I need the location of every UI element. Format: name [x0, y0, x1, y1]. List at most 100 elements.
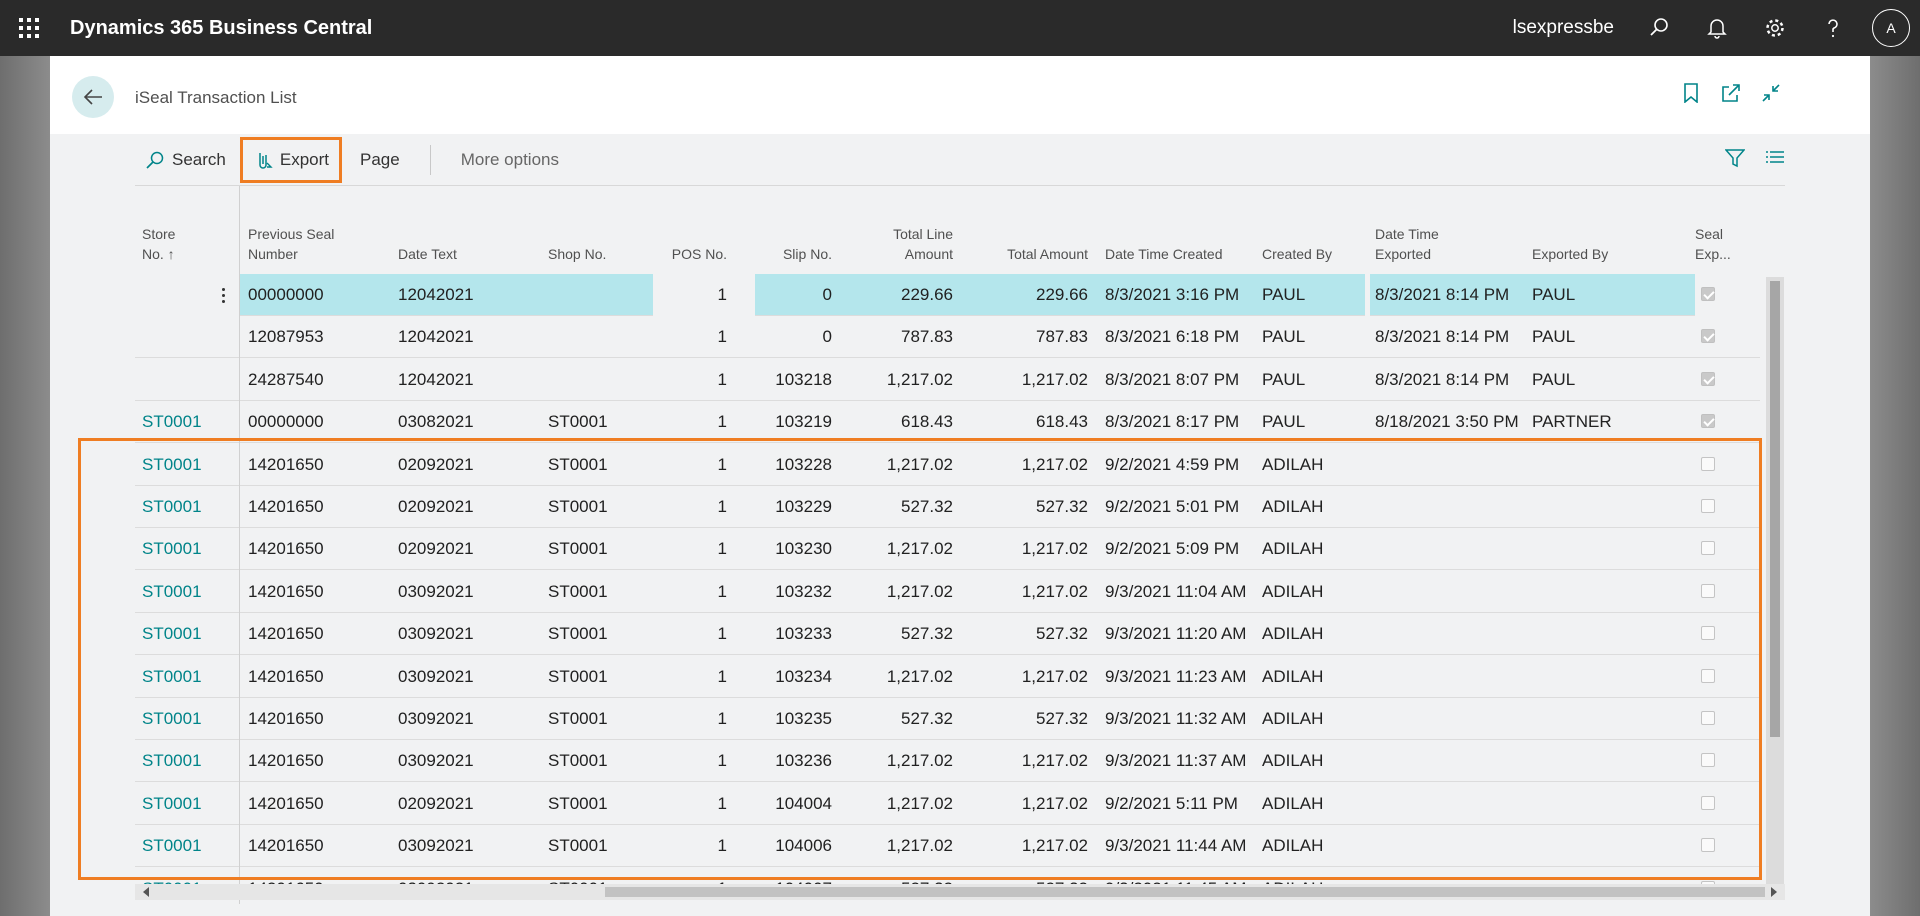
company-name[interactable]: lsexpressbe	[1513, 17, 1614, 39]
cell-previous-seal-number: 14201650	[248, 793, 324, 813]
cell-previous-seal-number: 24287540	[248, 369, 324, 389]
scroll-left-arrow-icon[interactable]	[143, 887, 149, 897]
seal-exported-checkbox[interactable]	[1701, 626, 1715, 641]
vertical-scrollbar[interactable]	[1766, 277, 1784, 898]
cell-store-no[interactable]: ST0001	[142, 486, 202, 528]
seal-exported-checkbox[interactable]	[1701, 668, 1715, 683]
table-row[interactable]: ST0001 14201650 03092021 ST0001 1 104006 1,217…	[135, 825, 1760, 868]
more-options-button[interactable]: More options	[451, 136, 569, 184]
cell-store-no[interactable]: ST0001	[142, 444, 202, 486]
cell-shop-no: ST0001	[548, 793, 608, 813]
col-header-total-amount[interactable]: Total Amount	[965, 244, 1088, 264]
cell-date-text: 02092021	[398, 454, 474, 474]
col-header-slip-no[interactable]: Slip No.	[735, 244, 832, 264]
vertical-scroll-thumb[interactable]	[1770, 281, 1780, 737]
col-header-shop-no[interactable]: Shop No.	[548, 244, 606, 264]
back-button[interactable]	[72, 76, 114, 118]
table-row[interactable]: ST0001 14201650 03092021 ST0001 1 103232 1,217…	[135, 571, 1760, 613]
cell-pos-no: 1	[717, 539, 727, 559]
cell-store-no[interactable]: ST0001	[142, 740, 202, 782]
cell-store-no[interactable]: ST0001	[142, 698, 202, 740]
table-row[interactable]: ST0001 14201650 03092021 ST0001 1 103233 527.3…	[135, 613, 1760, 656]
cell-date-time-created: 8/3/2021 8:17 PM	[1105, 412, 1240, 432]
col-header-exported-by[interactable]: Exported By	[1532, 244, 1608, 264]
seal-exported-checkbox[interactable]	[1701, 329, 1715, 344]
seal-exported-checkbox[interactable]	[1701, 541, 1715, 556]
search-icon[interactable]	[1630, 0, 1688, 56]
export-button[interactable]: Export	[239, 136, 343, 183]
cell-pos-no: 1	[717, 369, 727, 389]
cell-store-no[interactable]: ST0001	[142, 656, 202, 698]
cell-created-by: PAUL	[1262, 285, 1306, 304]
table-row[interactable]: ST0001 14201650 02092021 ST0001 1 103230 1,217…	[135, 528, 1760, 571]
cell-shop-no: ST0001	[548, 624, 608, 644]
seal-exported-checkbox[interactable]	[1701, 753, 1715, 768]
cell-slip-no: 104006	[775, 836, 832, 856]
table-row[interactable]: ST0001 14201650 02092021 ST0001 1 104004 1,217…	[135, 783, 1760, 825]
col-header-pos-no[interactable]: POS No.	[630, 244, 727, 264]
seal-exported-checkbox[interactable]	[1701, 838, 1715, 853]
search-button[interactable]: Search	[135, 136, 236, 184]
col-header-previous-seal-number[interactable]: Previous Seal Number	[248, 224, 334, 264]
horizontal-scroll-thumb[interactable]	[605, 887, 1765, 897]
cell-slip-no: 103233	[775, 624, 832, 644]
table-row[interactable]: ST0001 00000000 03082021 ST0001 1 103219 618.4…	[135, 401, 1760, 444]
seal-exported-checkbox[interactable]	[1701, 711, 1715, 725]
cell-store-no[interactable]: ST0001	[142, 528, 202, 570]
help-icon[interactable]	[1804, 0, 1862, 56]
seal-exported-checkbox[interactable]	[1701, 499, 1715, 513]
avatar[interactable]: A	[1872, 9, 1910, 47]
gear-icon[interactable]	[1746, 0, 1804, 56]
cell-created-by: ADILAH	[1262, 836, 1324, 856]
cell-total-line-amount: 1,217.02	[886, 793, 953, 813]
cell-date-time-created: 9/3/2021 11:32 AM	[1105, 709, 1247, 728]
seal-exported-checkbox[interactable]	[1701, 414, 1715, 429]
seal-exported-checkbox[interactable]	[1701, 287, 1715, 301]
cell-store-no[interactable]: ST0001	[142, 783, 202, 825]
app-launcher-icon[interactable]	[0, 0, 58, 56]
seal-exported-checkbox[interactable]	[1701, 371, 1715, 386]
app-title[interactable]: Dynamics 365 Business Central	[70, 17, 372, 40]
col-header-date-time-exported[interactable]: Date Time Exported	[1375, 224, 1439, 264]
more-options-label: More options	[460, 149, 559, 169]
cell-exported-by: PARTNER	[1532, 412, 1612, 432]
cell-store-no[interactable]: ST0001	[142, 401, 202, 443]
row-actions-icon[interactable]	[215, 274, 231, 316]
table-row[interactable]: ST0001 14201650 03092021 ST0001 1 103234 1,217…	[135, 656, 1760, 698]
list-view-icon[interactable]	[1765, 148, 1785, 173]
notification-bell-icon[interactable]	[1688, 0, 1746, 56]
cell-store-no[interactable]: ST0001	[142, 825, 202, 867]
cell-store-no[interactable]: ST0001	[142, 571, 202, 613]
table-row[interactable]: 12087953 12042021 1 0 787.83 787.83 8/3/2021 6…	[135, 316, 1760, 359]
col-header-total-line-amount[interactable]: Total Line Amount	[845, 224, 953, 264]
col-header-date-time-created[interactable]: Date Time Created	[1105, 244, 1223, 264]
table-row[interactable]: ST0001 14201650 03092021 ST0001 1 103236 1,217…	[135, 740, 1760, 783]
table-row[interactable]: ST0001 14201650 02092021 ST0001 1 103228 1,217…	[135, 444, 1760, 486]
open-in-new-window-icon[interactable]	[1720, 82, 1742, 104]
cell-created-by: PAUL	[1262, 412, 1306, 432]
col-header-seal-exported[interactable]: Seal Exp...	[1695, 224, 1731, 264]
seal-exported-checkbox[interactable]	[1701, 795, 1715, 810]
cell-store-no[interactable]: ST0001	[142, 613, 202, 655]
col-header-store-no[interactable]: Store No. ↑	[142, 224, 175, 264]
filter-icon[interactable]	[1724, 148, 1746, 173]
cell-previous-seal-number: 14201650	[248, 581, 324, 601]
seal-exported-checkbox[interactable]	[1701, 456, 1715, 471]
cell-total-amount: 1,217.02	[1021, 836, 1088, 856]
bookmark-icon[interactable]	[1680, 82, 1702, 104]
cell-date-text: 12042021	[398, 285, 474, 304]
table-row[interactable]: ST0001 14201650 03092021 ST0001 1 103235 527.3…	[135, 698, 1760, 740]
export-icon	[259, 152, 273, 169]
horizontal-scrollbar[interactable]	[135, 884, 1785, 900]
table-row[interactable]: 24287540 12042021 1 103218 1,217.02 1,217.02 8…	[135, 359, 1760, 401]
cell-total-line-amount: 527.32	[901, 497, 953, 516]
scroll-right-arrow-icon[interactable]	[1771, 887, 1777, 897]
collapse-icon[interactable]	[1760, 82, 1782, 104]
table-row[interactable]: 00000000 12042021 1 0 229.66 229.66 8/3/2021 3…	[135, 274, 1760, 316]
col-header-date-text[interactable]: Date Text	[398, 244, 457, 264]
col-header-created-by[interactable]: Created By	[1262, 244, 1332, 264]
table-row[interactable]: ST0001 14201650 02092021 ST0001 1 103229 527.3…	[135, 486, 1760, 528]
page-menu-button[interactable]: Page	[350, 136, 410, 184]
cell-total-line-amount: 1,217.02	[886, 369, 953, 389]
seal-exported-checkbox[interactable]	[1701, 583, 1715, 598]
